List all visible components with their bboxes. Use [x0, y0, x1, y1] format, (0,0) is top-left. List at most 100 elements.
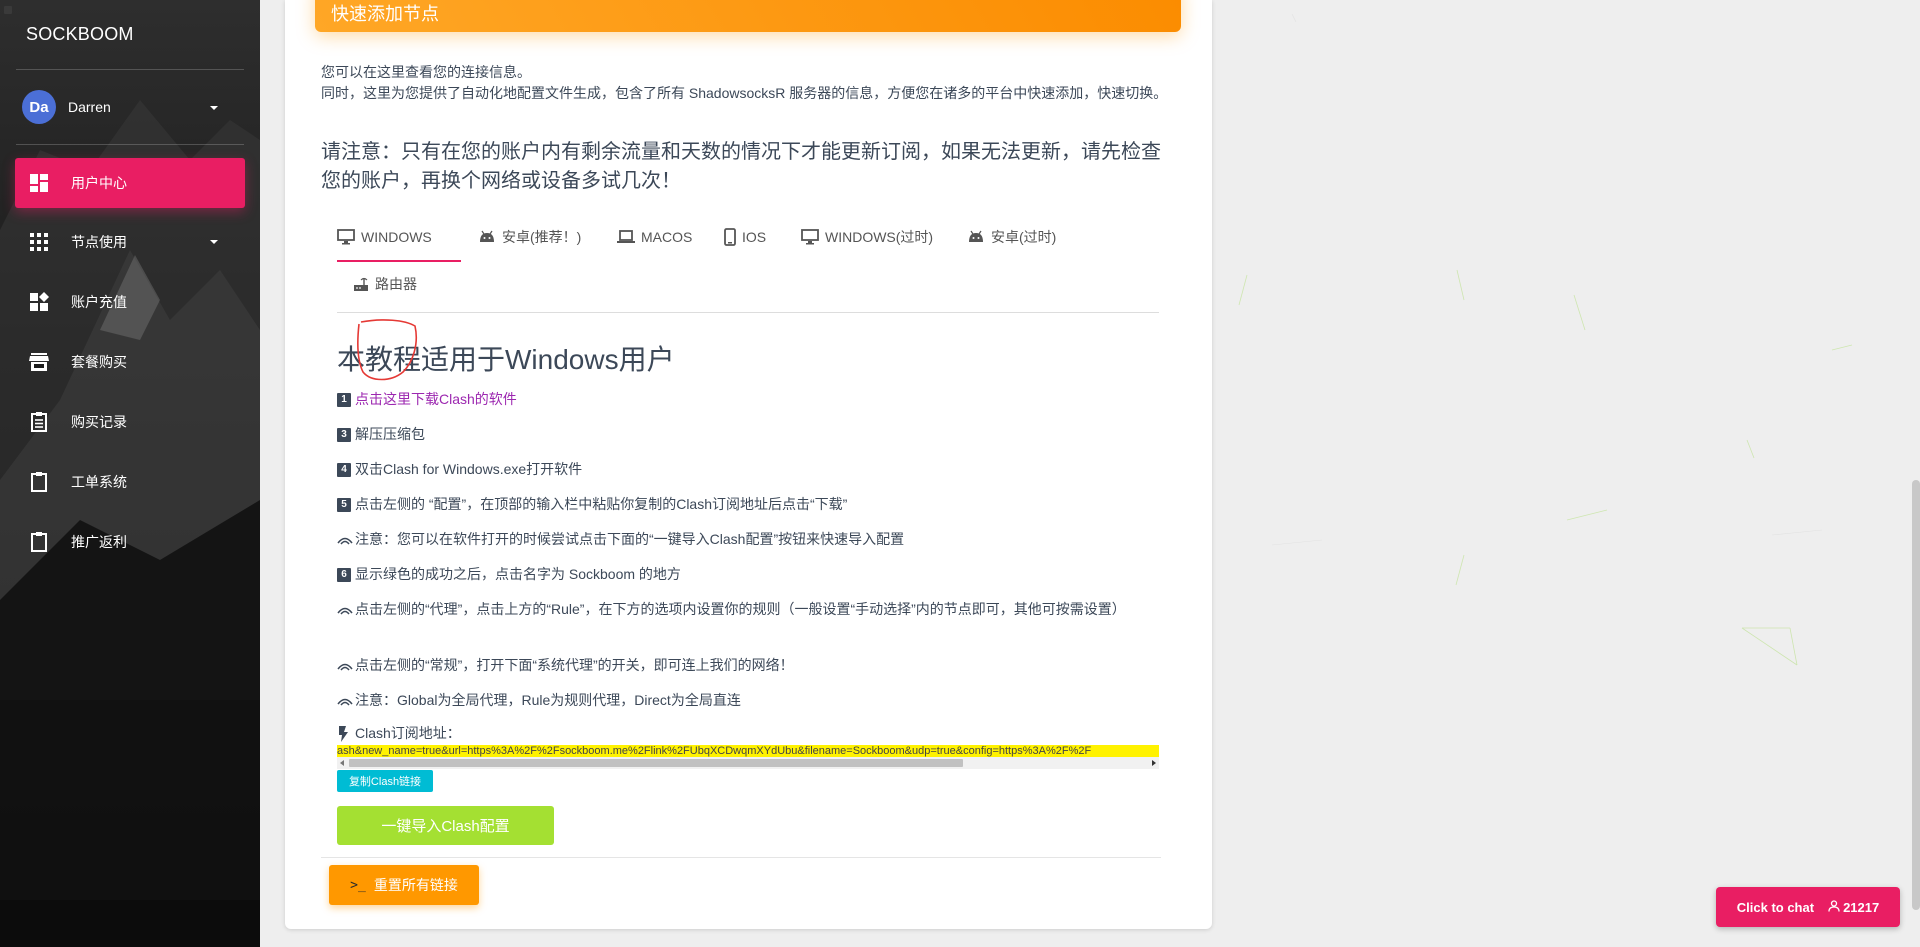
- sidebar-item-plans[interactable]: 套餐购买: [15, 337, 245, 387]
- subscription-label-row: Clash订阅地址：: [337, 723, 1163, 744]
- tab-windows[interactable]: WINDOWS: [337, 215, 432, 259]
- download-clash-link[interactable]: 点击这里下载Clash的软件: [355, 389, 517, 410]
- step-config: 5 点击左侧的 “配置”，在顶部的输入栏中粘贴你复制的Clash订阅地址后点击“…: [337, 494, 1163, 515]
- sidebar-item-referral[interactable]: 推广返利: [15, 517, 245, 567]
- card-header: 快速添加节点: [315, 0, 1181, 32]
- step-download: 1 点击这里下载Clash的软件: [337, 389, 1163, 410]
- scroll-left-icon[interactable]: [340, 760, 344, 766]
- tab-label: 安卓(推荐！): [502, 229, 582, 245]
- tab-macos[interactable]: MACOS: [617, 215, 692, 259]
- android-icon: [478, 230, 496, 244]
- scroll-right-icon[interactable]: [1152, 760, 1156, 766]
- wifi-icon: [337, 599, 355, 620]
- intro-line: 您可以在这里查看您的连接信息。: [321, 64, 531, 80]
- reset-links-label: 重置所有链接: [373, 877, 458, 893]
- sidebar-item-purchase-history[interactable]: 购买记录: [15, 397, 245, 447]
- page-scrollbar[interactable]: [1912, 480, 1920, 910]
- store-icon: [29, 352, 49, 372]
- step-note-import: 注意：您可以在软件打开的时候尝试点击下面的“一键导入Clash配置”按钮来快速导…: [337, 529, 1163, 550]
- user-icon: [1828, 899, 1840, 915]
- sidebar-divider: [16, 144, 244, 145]
- copy-clash-link-button[interactable]: 复制Clash链接: [337, 770, 433, 792]
- subscription-url[interactable]: ash&new_name=true&url=https%3A%2F%2Fsock…: [337, 745, 1159, 757]
- avatar: Da: [22, 90, 56, 124]
- sidebar-item-label: 节点使用: [71, 234, 127, 250]
- step-text: 点击左侧的“代理”，点击上方的“Rule”，在下方的选项内设置你的规则（一般设置…: [355, 601, 1126, 617]
- sidebar-item-label: 账户充值: [71, 294, 127, 310]
- tab-label: WINDOWS: [361, 229, 432, 245]
- step-text: 注意：Global为全局代理，Rule为规则代理，Direct为全局直连: [355, 692, 741, 708]
- chat-label: Click to chat: [1736, 899, 1815, 915]
- step-text: 双击Clash for Windows.exe打开软件: [355, 461, 583, 477]
- step-number-5-icon: 5: [337, 497, 351, 512]
- sidebar-item-label: 推广返利: [71, 534, 127, 550]
- tab-router[interactable]: 路由器: [353, 262, 417, 306]
- widgets-icon: [29, 292, 49, 312]
- sidebar-item-label: 用户中心: [71, 175, 127, 191]
- intro-line: 同时，这里为您提供了自动化地配置文件生成，包含了所有 ShadowsocksR …: [321, 85, 1168, 101]
- tab-label: 安卓(过时): [991, 229, 1057, 245]
- clipboard-icon: [29, 532, 49, 552]
- step-text: 点击左侧的 “配置”，在顶部的输入栏中粘贴你复制的Clash订阅地址后点击“下载…: [355, 496, 848, 512]
- subscription-url-box[interactable]: ash&new_name=true&url=https%3A%2F%2Fsock…: [337, 745, 1159, 769]
- window-corner: [4, 6, 12, 14]
- chat-button[interactable]: Click to chat 21217: [1716, 887, 1900, 927]
- tab-windows-legacy[interactable]: WINDOWS(过时): [801, 215, 933, 259]
- chevron-down-icon[interactable]: [210, 106, 218, 110]
- phone-icon: [724, 228, 736, 246]
- sidebar-item-label: 工单系统: [71, 474, 127, 490]
- step-text: 注意：您可以在软件打开的时候尝试点击下面的“一键导入Clash配置”按钮来快速导…: [355, 531, 905, 547]
- step-extract: 3 解压压缩包: [337, 424, 1163, 445]
- tab-active-indicator: [337, 260, 461, 262]
- step-number-3-icon: 3: [337, 427, 351, 442]
- terminal-icon: >_: [350, 877, 366, 893]
- sidebar-item-tickets[interactable]: 工单系统: [15, 457, 245, 507]
- chevron-down-icon[interactable]: [210, 240, 218, 244]
- background-network-lines: [1238, 13, 1853, 666]
- user-menu[interactable]: Da Darren: [22, 90, 222, 124]
- subscription-label: Clash订阅地址：: [355, 725, 461, 741]
- wifi-icon: [337, 690, 355, 711]
- sidebar: SOCKBOOM Da Darren 用户中心 节点使用 账户充值 套餐购买 购…: [0, 0, 260, 947]
- red-annotation-circle: [357, 319, 418, 381]
- card-header-title: 快速添加节点: [331, 4, 439, 24]
- flash-icon: [337, 723, 355, 744]
- step-select: 6 显示绿色的成功之后，点击名字为 Sockboom 的地方: [337, 564, 1163, 585]
- step-number-4-icon: 4: [337, 462, 351, 477]
- dashboard-icon: [29, 173, 49, 193]
- tabs-divider: [337, 312, 1159, 313]
- sidebar-item-recharge[interactable]: 账户充值: [15, 277, 245, 327]
- tab-label: WINDOWS(过时): [825, 229, 934, 245]
- wifi-icon: [337, 529, 355, 550]
- tab-android-legacy[interactable]: 安卓(过时): [967, 215, 1056, 259]
- clipboard-icon: [29, 472, 49, 492]
- horizontal-scrollbar[interactable]: [337, 757, 1159, 769]
- tab-label: MACOS: [641, 229, 693, 245]
- intro-text: 您可以在这里查看您的连接信息。 同时，这里为您提供了自动化地配置文件生成，包含了…: [321, 62, 1171, 104]
- online-count: 21217: [1843, 899, 1880, 915]
- import-clash-config-button[interactable]: 一键导入Clash配置: [337, 806, 554, 845]
- apps-grid-icon: [29, 232, 49, 252]
- step-proxy-rules: 点击左侧的“代理”，点击上方的“Rule”，在下方的选项内设置你的规则（一般设置…: [337, 599, 1163, 620]
- step-text: 显示绿色的成功之后，点击名字为 Sockboom 的地方: [355, 566, 681, 582]
- user-name: Darren: [68, 99, 111, 115]
- tab-android-recommended[interactable]: 安卓(推荐！): [478, 215, 581, 259]
- reset-links-button[interactable]: >_ 重置所有链接: [329, 865, 479, 905]
- scrollbar-thumb[interactable]: [349, 759, 963, 767]
- desktop-icon: [801, 229, 819, 245]
- sidebar-item-label: 购买记录: [71, 414, 127, 430]
- desktop-icon: [337, 229, 355, 245]
- tab-label: IOS: [742, 229, 767, 245]
- tab-ios[interactable]: IOS: [724, 215, 766, 259]
- card-footer-divider: [321, 857, 1161, 858]
- step-number-1-icon: 1: [337, 392, 351, 407]
- sidebar-item-user-center[interactable]: 用户中心: [15, 158, 245, 208]
- step-system-proxy: 点击左侧的“常规”，打开下面“系统代理”的开关，即可连上我们的网络！: [337, 655, 1163, 676]
- brand-logo[interactable]: SOCKBOOM: [26, 24, 134, 45]
- android-icon: [967, 230, 985, 244]
- step-number-6-icon: 6: [337, 567, 351, 582]
- notice-text: 请注意：只有在您的账户内有剩余流量和天数的情况下才能更新订阅，如果无法更新，请先…: [321, 141, 1161, 192]
- step-text: 点击左侧的“常规”，打开下面“系统代理”的开关，即可连上我们的网络！: [355, 657, 794, 673]
- node-card: 快速添加节点 您可以在这里查看您的连接信息。 同时，这里为您提供了自动化地配置文…: [285, 0, 1212, 929]
- tab-label: 路由器: [375, 276, 417, 292]
